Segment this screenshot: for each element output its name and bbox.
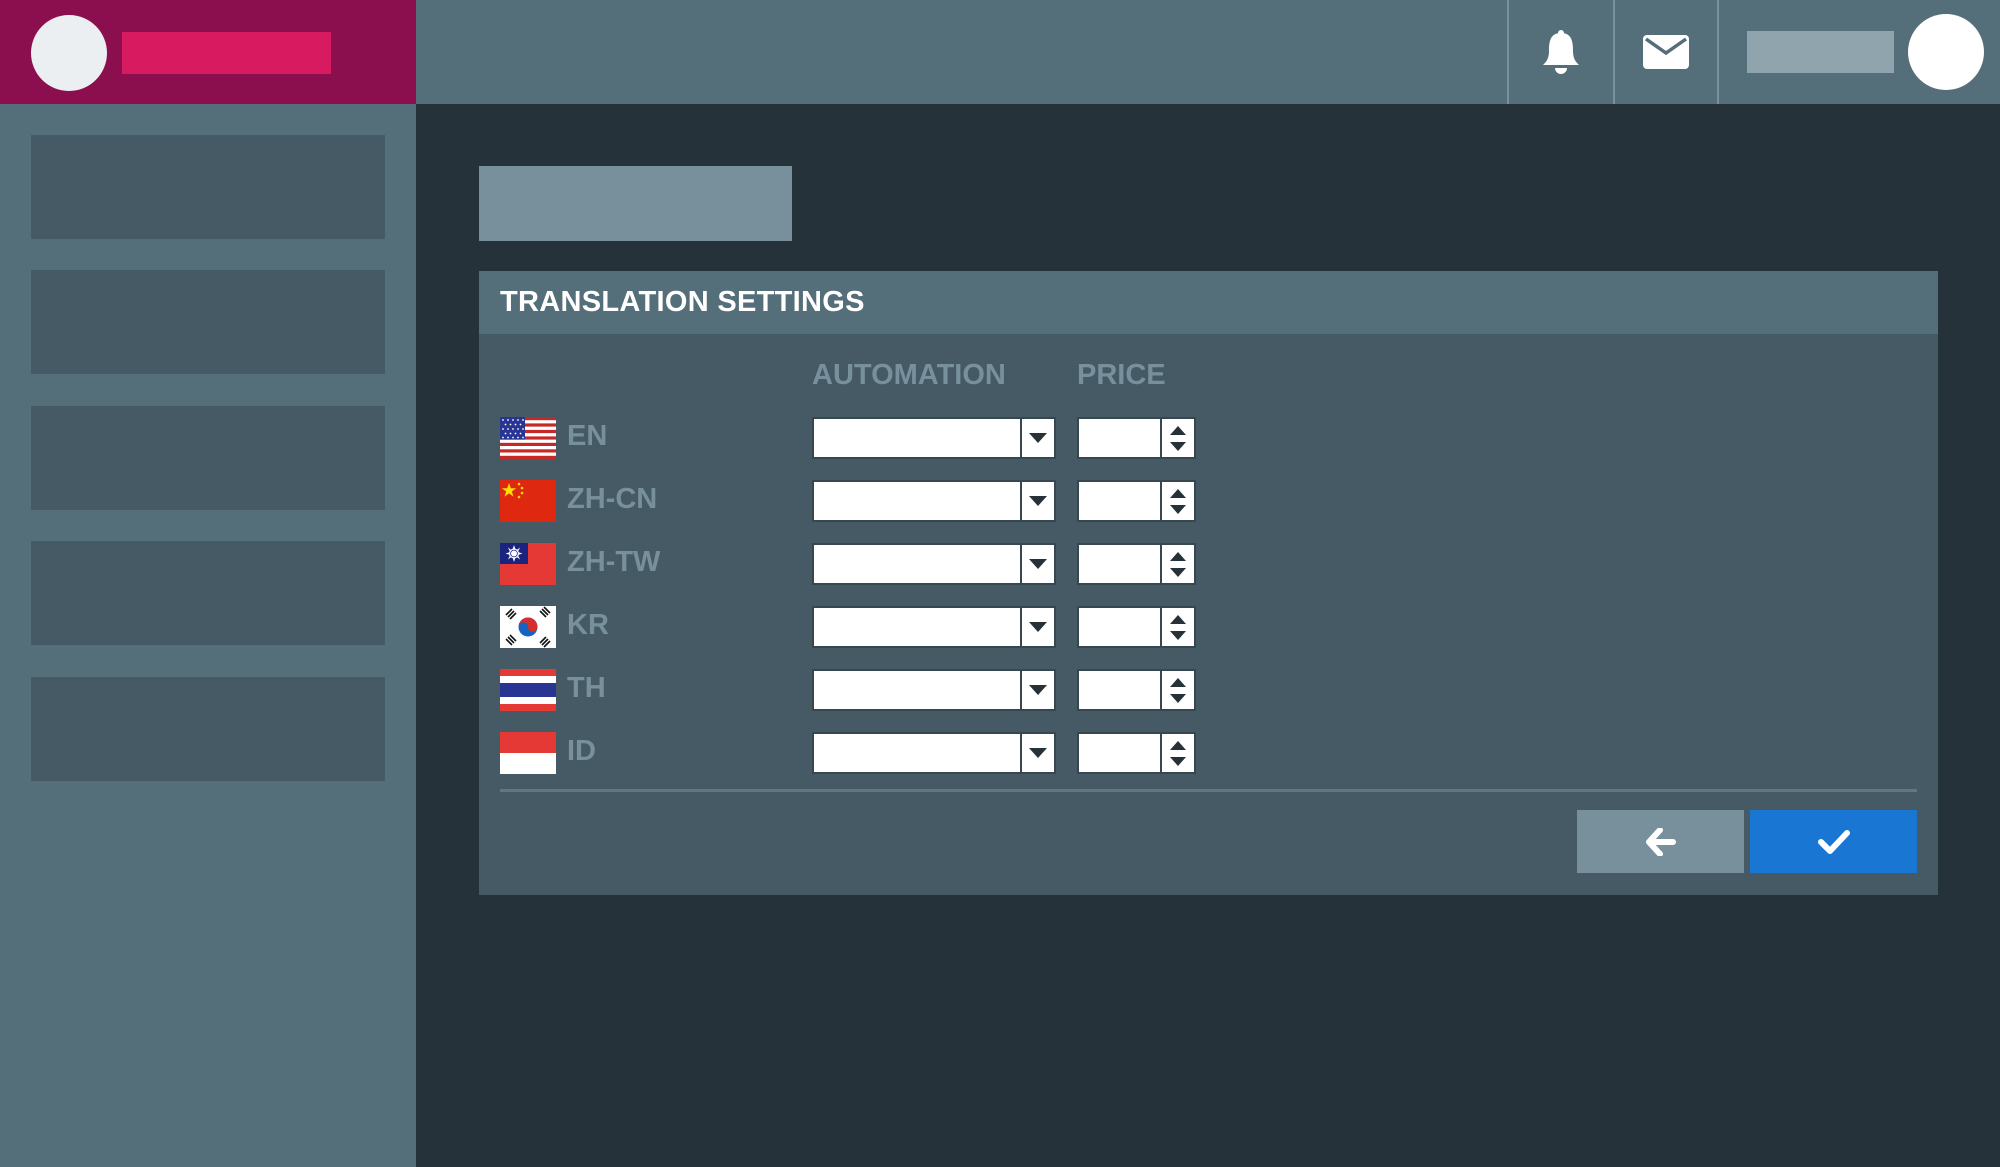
automation-select[interactable] bbox=[812, 543, 1056, 585]
price-stepper[interactable] bbox=[1077, 732, 1196, 774]
language-code: EN bbox=[567, 420, 608, 452]
bell-icon bbox=[1543, 30, 1579, 74]
sidebar-item[interactable] bbox=[31, 406, 385, 510]
caret-down-icon bbox=[1029, 433, 1047, 443]
dropdown-button[interactable] bbox=[1020, 734, 1054, 772]
language-code: ZH-CN bbox=[567, 483, 658, 515]
language-row-id: ID bbox=[500, 732, 1200, 774]
caret-down-icon[interactable] bbox=[1170, 441, 1186, 451]
kr-flag-icon bbox=[500, 606, 556, 648]
dropdown-button[interactable] bbox=[1020, 482, 1054, 520]
caret-down-icon[interactable] bbox=[1170, 756, 1186, 766]
translation-settings-panel: TRANSLATION SETTINGS AUTOMATION PRICE EN bbox=[479, 271, 1938, 895]
brand-area bbox=[0, 0, 416, 104]
panel-title: TRANSLATION SETTINGS bbox=[500, 286, 865, 318]
envelope-icon bbox=[1643, 35, 1689, 69]
stepper-buttons bbox=[1160, 734, 1194, 772]
price-column-header: PRICE bbox=[1077, 359, 1166, 391]
stepper-buttons bbox=[1160, 545, 1194, 583]
language-row-zh-tw: ZH-TW bbox=[500, 543, 1200, 585]
automation-column-header: AUTOMATION bbox=[812, 359, 1006, 391]
language-row-kr: KR bbox=[500, 606, 1200, 648]
price-stepper[interactable] bbox=[1077, 417, 1196, 459]
sidebar-item[interactable] bbox=[31, 270, 385, 374]
price-stepper[interactable] bbox=[1077, 543, 1196, 585]
notifications-button[interactable] bbox=[1507, 0, 1613, 104]
caret-up-icon[interactable] bbox=[1170, 551, 1186, 561]
automation-select[interactable] bbox=[812, 669, 1056, 711]
automation-select[interactable] bbox=[812, 732, 1056, 774]
stepper-buttons bbox=[1160, 671, 1194, 709]
language-code: KR bbox=[567, 609, 609, 641]
brand-logo[interactable] bbox=[31, 15, 107, 91]
automation-select[interactable] bbox=[812, 417, 1056, 459]
automation-select[interactable] bbox=[812, 480, 1056, 522]
top-bar bbox=[416, 0, 2000, 104]
language-code: ZH-TW bbox=[567, 546, 661, 578]
th-flag-icon bbox=[500, 669, 556, 711]
us-flag-icon bbox=[500, 417, 556, 459]
avatar[interactable] bbox=[1908, 14, 1984, 90]
caret-down-icon[interactable] bbox=[1170, 693, 1186, 703]
divider bbox=[500, 789, 1917, 792]
caret-up-icon[interactable] bbox=[1170, 740, 1186, 750]
arrow-left-icon bbox=[1645, 827, 1676, 856]
tw-flag-icon bbox=[500, 543, 556, 585]
check-icon bbox=[1817, 829, 1850, 854]
brand-name-placeholder bbox=[122, 32, 331, 74]
stepper-buttons bbox=[1160, 482, 1194, 520]
language-code: ID bbox=[567, 735, 596, 767]
caret-down-icon[interactable] bbox=[1170, 567, 1186, 577]
sidebar-item[interactable] bbox=[31, 541, 385, 645]
caret-down-icon bbox=[1029, 748, 1047, 758]
price-stepper[interactable] bbox=[1077, 606, 1196, 648]
caret-down-icon bbox=[1029, 496, 1047, 506]
price-stepper[interactable] bbox=[1077, 480, 1196, 522]
caret-up-icon[interactable] bbox=[1170, 677, 1186, 687]
confirm-button[interactable] bbox=[1750, 810, 1917, 873]
caret-up-icon[interactable] bbox=[1170, 614, 1186, 624]
sidebar-item[interactable] bbox=[31, 677, 385, 781]
caret-down-icon bbox=[1029, 559, 1047, 569]
sidebar-item[interactable] bbox=[31, 135, 385, 239]
back-button[interactable] bbox=[1577, 810, 1744, 873]
id-flag-icon bbox=[500, 732, 556, 774]
language-row-en: EN bbox=[500, 417, 1200, 459]
dropdown-button[interactable] bbox=[1020, 608, 1054, 646]
caret-down-icon bbox=[1029, 622, 1047, 632]
sidebar bbox=[0, 104, 416, 1167]
panel-header: TRANSLATION SETTINGS bbox=[479, 271, 1938, 334]
page-title-placeholder bbox=[479, 166, 792, 241]
caret-down-icon bbox=[1029, 685, 1047, 695]
stepper-buttons bbox=[1160, 608, 1194, 646]
stepper-buttons bbox=[1160, 419, 1194, 457]
language-code: TH bbox=[567, 672, 606, 704]
dropdown-button[interactable] bbox=[1020, 671, 1054, 709]
dropdown-button[interactable] bbox=[1020, 419, 1054, 457]
caret-up-icon[interactable] bbox=[1170, 488, 1186, 498]
dropdown-button[interactable] bbox=[1020, 545, 1054, 583]
cn-flag-icon bbox=[500, 480, 556, 522]
price-stepper[interactable] bbox=[1077, 669, 1196, 711]
messages-button[interactable] bbox=[1613, 0, 1719, 104]
automation-select[interactable] bbox=[812, 606, 1056, 648]
caret-down-icon[interactable] bbox=[1170, 630, 1186, 640]
language-row-th: TH bbox=[500, 669, 1200, 711]
caret-up-icon[interactable] bbox=[1170, 425, 1186, 435]
caret-down-icon[interactable] bbox=[1170, 504, 1186, 514]
language-row-zh-cn: ZH-CN bbox=[500, 480, 1200, 522]
user-name-placeholder[interactable] bbox=[1747, 31, 1894, 73]
